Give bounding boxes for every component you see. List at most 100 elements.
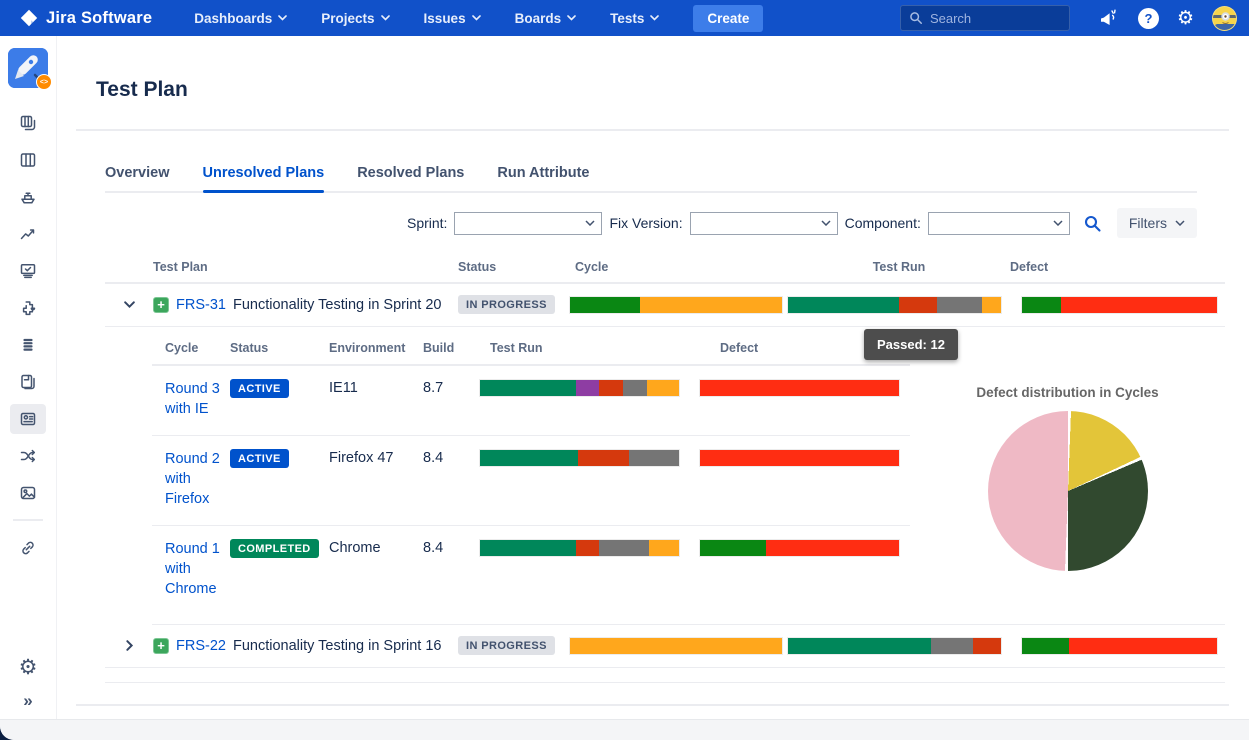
- cycle-status-badge: ACTIVE: [230, 449, 289, 468]
- topbar-right: ? ⚙: [900, 5, 1237, 31]
- component-select[interactable]: [928, 212, 1070, 235]
- test-run-progress-bar: [480, 380, 679, 396]
- sidebar-item-reports[interactable]: [10, 219, 46, 249]
- nav-projects[interactable]: Projects: [321, 11, 389, 26]
- sidebar-item-releases[interactable]: [10, 182, 46, 212]
- nav-dashboards[interactable]: Dashboards: [194, 11, 287, 26]
- bar-segment-dark-red: [576, 540, 600, 556]
- board-columns-icon: [19, 151, 37, 169]
- expand-row-chevron[interactable]: [105, 639, 153, 652]
- issue-key-link[interactable]: FRS-22: [176, 638, 226, 654]
- defect-progress-bar: [700, 450, 899, 466]
- header-environment: Environment: [329, 341, 423, 355]
- sidebar-item-contacts[interactable]: [10, 404, 46, 434]
- sidebar-expand-icon[interactable]: »: [23, 692, 32, 709]
- bar-segment-grey: [937, 297, 982, 313]
- test-run-progress-bar: [480, 450, 679, 466]
- test-plan-issuetype-icon: +: [153, 638, 169, 654]
- nav-tests[interactable]: Tests: [610, 11, 659, 26]
- tab-unresolved-plans[interactable]: Unresolved Plans: [203, 165, 325, 191]
- addon-code-badge: <>: [36, 74, 52, 90]
- nav-boards-label: Boards: [515, 11, 562, 26]
- sprint-select[interactable]: [454, 212, 602, 235]
- tab-resolved-plans[interactable]: Resolved Plans: [357, 165, 464, 191]
- search-input[interactable]: [930, 11, 1040, 26]
- project-settings-gear-icon[interactable]: ⚙: [19, 657, 38, 678]
- page-title: Test Plan: [96, 78, 1225, 102]
- chevron-down-icon: [821, 220, 831, 226]
- project-avatar[interactable]: <>: [8, 48, 48, 88]
- status-badge: IN PROGRESS: [458, 636, 555, 655]
- nav-boards[interactable]: Boards: [515, 11, 577, 26]
- pie-chart-title: Defect distribution in Cycles: [976, 385, 1158, 400]
- cycle-environment: IE11: [329, 379, 423, 396]
- chevron-down-icon: [472, 15, 481, 21]
- bar-segment-red: [1069, 638, 1217, 654]
- sidebar-item-pages[interactable]: [10, 367, 46, 397]
- bar-segment-dark-red: [578, 450, 630, 466]
- fix-version-select[interactable]: [690, 212, 838, 235]
- header-defect: Defect: [1010, 260, 1225, 274]
- header-build: Build: [423, 341, 480, 355]
- announcements-megaphone-icon[interactable]: [1098, 8, 1120, 28]
- fix-version-label: Fix Version:: [609, 215, 682, 231]
- help-icon[interactable]: ?: [1138, 8, 1159, 29]
- cycle-row: Round 3 with IE ACTIVE IE11 8.7: [152, 366, 910, 436]
- apply-filter-search-icon[interactable]: [1083, 214, 1102, 233]
- nav-dashboards-label: Dashboards: [194, 11, 272, 26]
- table-header-row: Test Plan Status Cycle Test Run Defect: [105, 258, 1225, 284]
- bar-segment-grey: [599, 540, 649, 556]
- cycles-table: Cycle Status Environment Build Test Run …: [152, 333, 910, 624]
- title-divider: [76, 129, 1229, 131]
- app-window: Jira Software Dashboards Projects Issues…: [0, 0, 1249, 740]
- tabs-bar: Overview Unresolved Plans Resolved Plans…: [105, 165, 1197, 193]
- sidebar-item-addons[interactable]: [10, 293, 46, 323]
- chevron-down-icon: [381, 15, 390, 21]
- create-button[interactable]: Create: [693, 5, 763, 32]
- chevron-down-icon: [123, 298, 136, 311]
- monitor-check-icon: [19, 262, 37, 280]
- global-search[interactable]: [900, 5, 1070, 31]
- bar-segment-green: [1022, 297, 1061, 313]
- test-run-progress-bar: [788, 297, 1001, 313]
- sidebar-item-backlog[interactable]: [10, 108, 46, 138]
- bar-segment-green: [570, 297, 640, 313]
- avatar-image: [1213, 7, 1237, 31]
- sidebar-item-links[interactable]: [10, 533, 46, 563]
- bar-segment-passed: [480, 540, 576, 556]
- jira-logo[interactable]: Jira Software: [20, 9, 152, 28]
- sidebar-item-tests[interactable]: [10, 256, 46, 286]
- collapse-row-chevron[interactable]: [105, 298, 153, 311]
- filters-button[interactable]: Filters: [1117, 208, 1197, 238]
- cycle-link[interactable]: Round 1 with Chrome: [165, 539, 221, 599]
- sidebar-item-media[interactable]: [10, 478, 46, 508]
- nav-issues[interactable]: Issues: [424, 11, 481, 26]
- bar-segment-amber: [640, 297, 782, 313]
- contact-card-icon: [19, 410, 37, 428]
- tab-overview[interactable]: Overview: [105, 165, 170, 191]
- settings-gear-icon[interactable]: ⚙: [1177, 9, 1194, 28]
- cycle-progress-bar: [570, 638, 782, 654]
- bar-segment-amber: [649, 540, 679, 556]
- top-navigation-bar: Jira Software Dashboards Projects Issues…: [0, 0, 1249, 36]
- sidebar-item-list[interactable]: [10, 330, 46, 360]
- header-test-run: Test Run: [788, 260, 1010, 274]
- bar-segment-passed: [788, 297, 899, 313]
- tab-run-attribute[interactable]: Run Attribute: [497, 165, 589, 191]
- cycle-link[interactable]: Round 3 with IE: [165, 379, 221, 419]
- issue-summary: Functionality Testing in Sprint 16: [233, 638, 442, 654]
- test-run-progress-bar: [788, 638, 1001, 654]
- sidebar-item-shuffle[interactable]: [10, 441, 46, 471]
- bar-segment-purple: [576, 380, 600, 396]
- table-row: + FRS-31 Functionality Testing in Sprint…: [105, 284, 1225, 327]
- bar-segment-dark-red: [899, 297, 937, 313]
- bar-segment-passed: [480, 450, 578, 466]
- sidebar-item-board[interactable]: [10, 145, 46, 175]
- user-avatar[interactable]: [1212, 6, 1237, 31]
- nav-tests-label: Tests: [610, 11, 644, 26]
- cycle-link[interactable]: Round 2 with Firefox: [165, 449, 221, 509]
- defect-progress-bar: [1022, 297, 1217, 313]
- cycle-build: 8.4: [423, 449, 480, 466]
- chevron-right-icon: [123, 639, 136, 652]
- issue-key-link[interactable]: FRS-31: [176, 297, 226, 313]
